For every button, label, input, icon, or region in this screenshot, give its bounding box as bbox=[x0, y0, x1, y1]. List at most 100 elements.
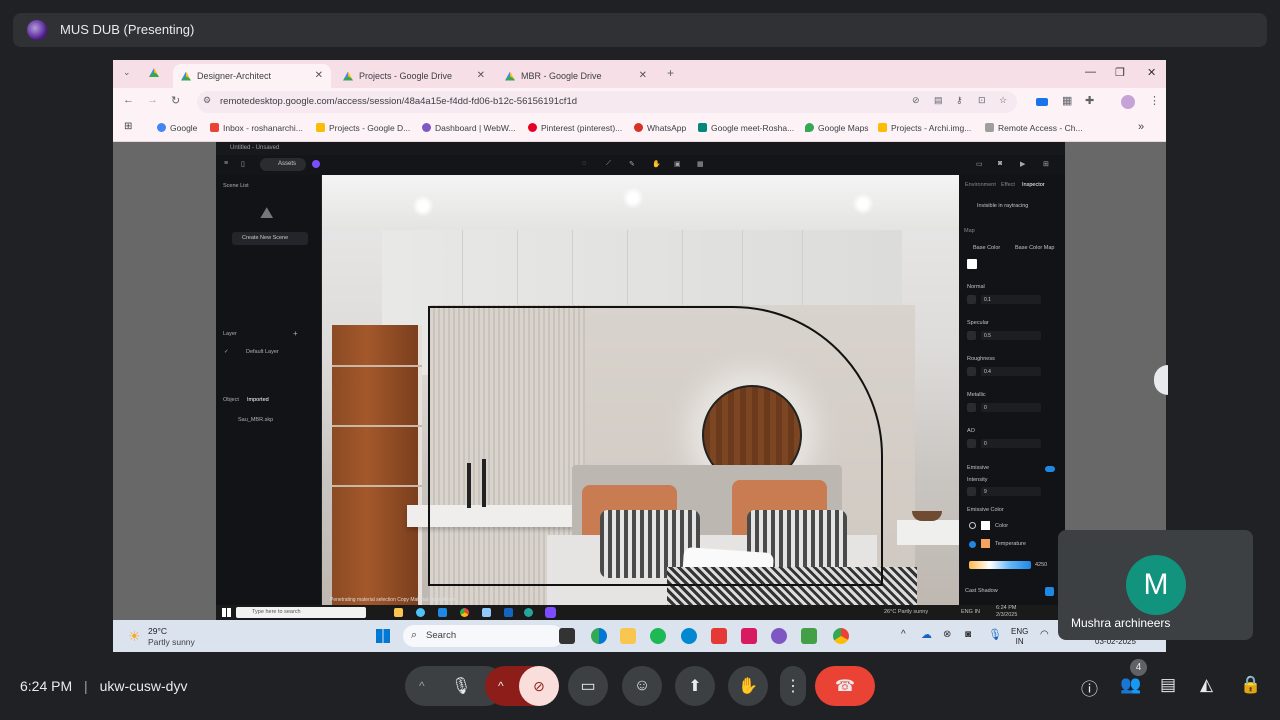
base-color-tab[interactable]: Base Color bbox=[973, 245, 1000, 251]
tray-chevron-icon[interactable]: ^ bbox=[901, 629, 906, 640]
extension-icon[interactable]: ▦ bbox=[1062, 94, 1072, 107]
base-color-map-tab[interactable]: Base Color Map bbox=[1015, 245, 1054, 251]
tab-environment[interactable]: Environment bbox=[965, 182, 996, 188]
extensions-puzzle-icon[interactable]: ✚ bbox=[1085, 94, 1094, 107]
file-explorer-icon[interactable] bbox=[620, 628, 636, 644]
video-options-chevron-icon[interactable]: ^ bbox=[498, 679, 504, 693]
wifi-icon[interactable]: ◠ bbox=[1040, 629, 1049, 640]
pinned-drive-icon[interactable] bbox=[149, 68, 159, 77]
camera-icon[interactable]: ◙ bbox=[998, 160, 1002, 167]
temperature-value[interactable]: 4250 bbox=[1035, 562, 1047, 568]
taskbar-search[interactable]: ⌕ Search bbox=[403, 625, 563, 647]
close-tab-icon[interactable]: ✕ bbox=[639, 70, 647, 81]
app-icon[interactable] bbox=[681, 628, 697, 644]
weather-desc[interactable]: Partly sunny bbox=[148, 637, 195, 647]
activities-icon[interactable]: ◭ bbox=[1200, 675, 1213, 695]
assets-button[interactable]: Assets bbox=[260, 158, 306, 171]
back-icon[interactable]: ← bbox=[123, 94, 134, 106]
emissive-toggle[interactable] bbox=[1045, 466, 1055, 472]
audio-options-chevron-icon[interactable]: ^ bbox=[419, 679, 425, 693]
bookmark-pinterest[interactable]: Pinterest (pinterest)... bbox=[528, 123, 622, 133]
bookmark-google-meet[interactable]: Google meet-Rosha... bbox=[698, 123, 794, 133]
eye-off-icon[interactable]: ⊘ bbox=[912, 95, 920, 106]
close-window-icon[interactable]: ✕ bbox=[1147, 66, 1156, 79]
input-language[interactable]: ENG IN bbox=[1011, 627, 1028, 647]
tab-designer-architect[interactable]: Designer-Architect ✕ bbox=[173, 64, 331, 88]
weather-temp[interactable]: 29°C bbox=[148, 626, 167, 636]
temperature-radio[interactable] bbox=[969, 541, 976, 548]
tab-mbr-drive[interactable]: MBR - Google Drive ✕ bbox=[497, 64, 655, 88]
more-bookmarks-icon[interactable]: » bbox=[1138, 121, 1144, 133]
windows-start-icon[interactable] bbox=[376, 629, 390, 643]
present-button[interactable]: ⬆ bbox=[675, 666, 715, 706]
bookmark-whatsapp[interactable]: WhatsApp bbox=[634, 123, 686, 133]
3d-viewport[interactable]: Penetrating material selection Copy Mate… bbox=[322, 175, 959, 605]
default-layer-label[interactable]: Default Layer bbox=[246, 349, 279, 355]
spotify-icon[interactable] bbox=[650, 628, 666, 644]
bookmark-dashboard[interactable]: Dashboard | WebW... bbox=[422, 123, 515, 133]
install-icon[interactable]: ⊡ bbox=[978, 95, 986, 106]
tab-effect[interactable]: Effect bbox=[1001, 182, 1015, 188]
chrome-icon[interactable] bbox=[460, 608, 469, 617]
captions-button[interactable]: ▭ bbox=[568, 666, 608, 706]
bookmark-google-maps[interactable]: Google Maps bbox=[805, 123, 869, 133]
extension-icon[interactable] bbox=[1036, 98, 1048, 106]
forward-icon[interactable]: → bbox=[147, 94, 158, 106]
save-icon[interactable]: ▭ bbox=[976, 160, 983, 168]
specular-map-slot[interactable] bbox=[967, 331, 976, 340]
raise-hand-button[interactable]: ✋ bbox=[728, 666, 768, 706]
clipboard-icon[interactable]: ▤ bbox=[934, 95, 943, 106]
bookmark-google[interactable]: Google bbox=[157, 123, 197, 133]
metallic-value[interactable]: 0 bbox=[981, 403, 1041, 412]
measure-icon[interactable]: ⟋ bbox=[606, 160, 611, 168]
bookmark-projects-archi[interactable]: Projects - Archi.img... bbox=[878, 123, 971, 133]
chat-icon[interactable]: ▤ bbox=[1160, 675, 1176, 695]
normal-value[interactable]: 0.1 bbox=[981, 295, 1041, 304]
temperature-swatch[interactable] bbox=[981, 539, 990, 548]
site-info-icon[interactable]: ⚙ bbox=[203, 95, 211, 106]
task-view-icon[interactable] bbox=[559, 628, 575, 644]
chrome-icon[interactable] bbox=[833, 628, 849, 644]
menu-kebab-icon[interactable]: ⋮ bbox=[1149, 94, 1160, 107]
remote-desktop-view[interactable]: Untitled - Unsaved ≡ ▯ Assets ◌ ⟋ ✎ ✋ ▣ … bbox=[216, 142, 1065, 620]
roughness-value[interactable]: 0.4 bbox=[981, 367, 1041, 376]
minimize-icon[interactable]: — bbox=[1085, 66, 1096, 78]
app-icon[interactable] bbox=[438, 608, 447, 617]
d5-render-icon[interactable] bbox=[545, 607, 556, 618]
color-radio[interactable] bbox=[969, 522, 976, 529]
normal-map-slot[interactable] bbox=[967, 295, 976, 304]
profile-avatar-icon[interactable] bbox=[1121, 95, 1135, 109]
address-bar[interactable]: ⚙ remotedesktop.google.com/access/sessio… bbox=[197, 91, 1017, 113]
create-new-scene-button[interactable]: Create New Scene bbox=[232, 232, 308, 245]
mic-icon[interactable]: 🎙 bbox=[451, 676, 471, 696]
edge-icon[interactable] bbox=[416, 608, 425, 617]
ao-value[interactable]: 0 bbox=[981, 439, 1041, 448]
grid-icon[interactable]: ▦ bbox=[697, 160, 704, 168]
app-icon[interactable] bbox=[504, 608, 513, 617]
roughness-map-slot[interactable] bbox=[967, 367, 976, 376]
app-icon[interactable] bbox=[482, 608, 491, 617]
specular-value[interactable]: 0.5 bbox=[981, 331, 1041, 340]
emissive-color-swatch[interactable] bbox=[981, 521, 990, 530]
close-tab-icon[interactable]: ✕ bbox=[315, 70, 323, 81]
cloud-icon[interactable]: ☁ bbox=[921, 628, 932, 641]
light-icon[interactable]: ◌ bbox=[582, 160, 586, 167]
intensity-value[interactable]: 9 bbox=[981, 487, 1041, 496]
host-controls-icon[interactable]: 🔒 bbox=[1240, 675, 1261, 695]
close-tab-icon[interactable]: ✕ bbox=[477, 70, 485, 81]
edge-icon[interactable] bbox=[591, 628, 607, 644]
network-icon[interactable]: ⊗ bbox=[943, 629, 951, 640]
pdf-icon[interactable] bbox=[711, 628, 727, 644]
tab-search-icon[interactable]: ⌄ bbox=[123, 67, 131, 78]
cast-shadow-toggle[interactable] bbox=[1045, 587, 1054, 596]
render-icon[interactable]: ▣ bbox=[674, 160, 681, 168]
add-layer-icon[interactable]: + bbox=[293, 329, 298, 338]
ao-map-slot[interactable] bbox=[967, 439, 976, 448]
temperature-slider[interactable] bbox=[969, 561, 1031, 569]
export-icon[interactable]: ⊞ bbox=[1043, 160, 1049, 168]
people-icon[interactable]: 👥 bbox=[1120, 675, 1141, 695]
key-icon[interactable]: ⚷ bbox=[956, 95, 963, 106]
intensity-map-slot[interactable] bbox=[967, 487, 976, 496]
app-icon[interactable] bbox=[771, 628, 787, 644]
remote-search-box[interactable]: Type here to search bbox=[236, 607, 366, 618]
